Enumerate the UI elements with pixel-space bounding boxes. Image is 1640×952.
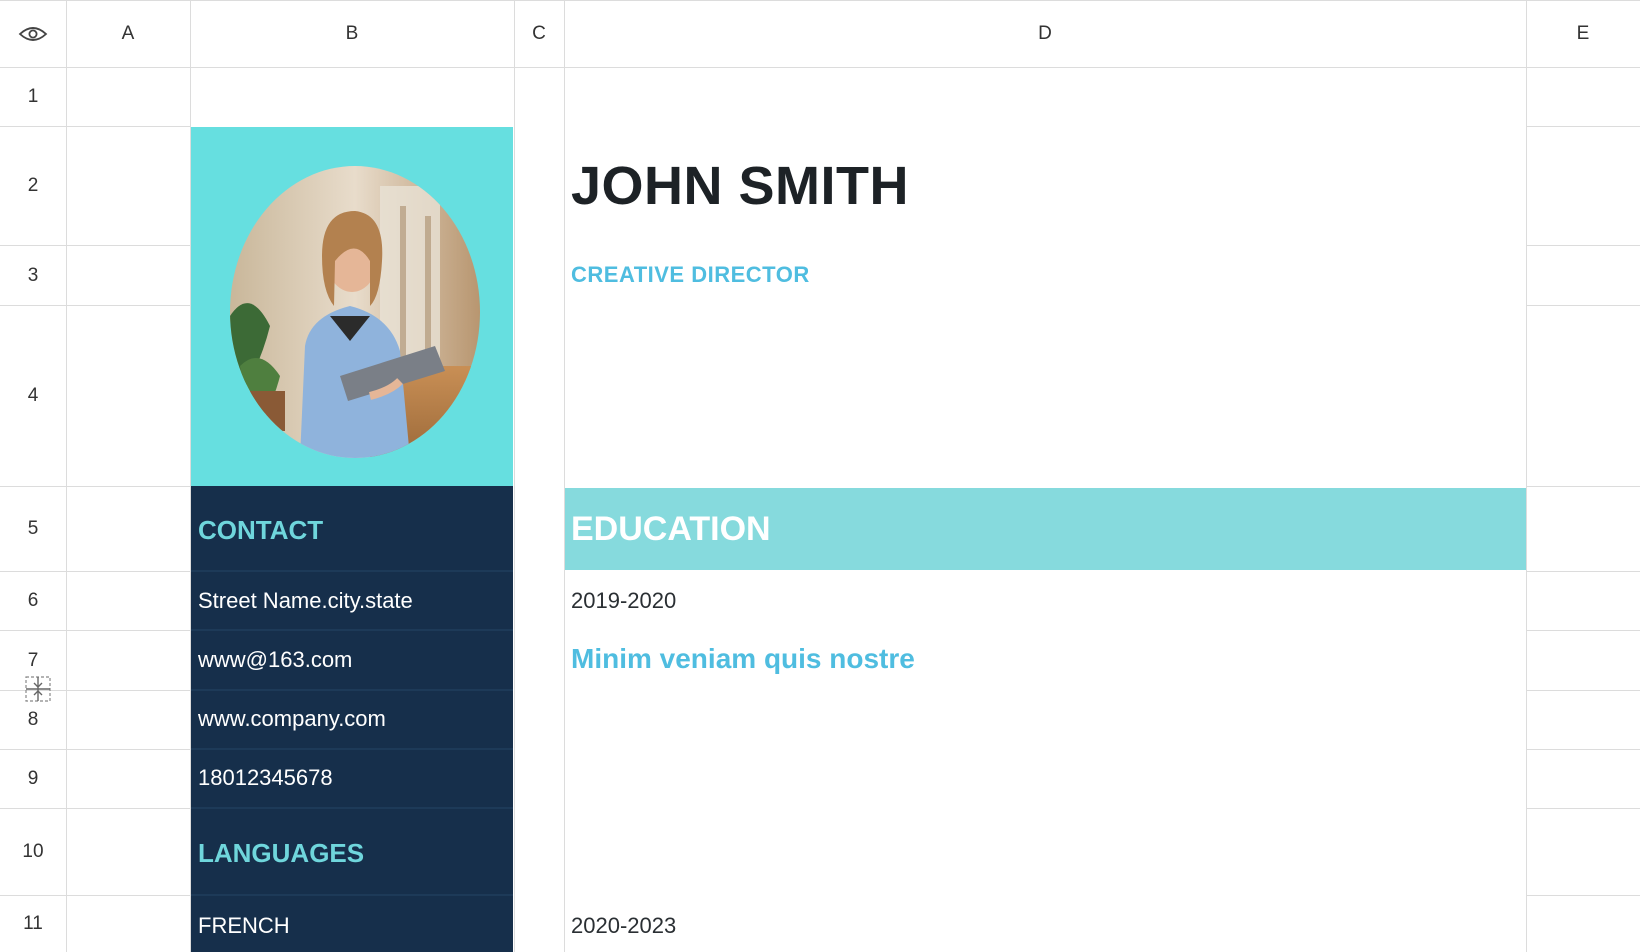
row-header-5[interactable]: 5	[0, 487, 66, 571]
resume-job-title[interactable]: CREATIVE DIRECTOR	[571, 262, 810, 288]
grid-line	[564, 0, 565, 952]
row-header-6[interactable]: 6	[0, 572, 66, 630]
resume-name[interactable]: JOHN SMITH	[571, 155, 909, 217]
grid-line	[1526, 690, 1640, 691]
education-period-2[interactable]: 2020-2023	[571, 913, 676, 939]
language-item[interactable]: FRENCH	[198, 913, 290, 939]
grid-line	[1526, 486, 1640, 487]
sidebar-row-divider	[191, 748, 513, 750]
sidebar-row-divider	[191, 570, 513, 572]
grid-line	[66, 0, 67, 952]
row-header-4[interactable]: 4	[0, 306, 66, 486]
contact-heading[interactable]: CONTACT	[198, 515, 323, 546]
contact-address[interactable]: Street Name.city.state	[198, 588, 413, 614]
column-header-a[interactable]: A	[66, 0, 190, 67]
spacer-column-fill	[514, 127, 564, 952]
grid-line	[1526, 245, 1640, 246]
spreadsheet: A B C D E 1 2 3 4 5 6 7 8 9 10 11 JOHN S…	[0, 0, 1640, 952]
grid-line	[0, 67, 1640, 68]
grid-line	[190, 0, 191, 952]
column-header-e[interactable]: E	[1526, 0, 1640, 67]
education-period-1[interactable]: 2019-2020	[571, 588, 676, 614]
sidebar-row-divider	[191, 629, 513, 631]
grid-line	[1526, 571, 1640, 572]
row-resize-icon[interactable]	[24, 675, 52, 708]
grid-line	[1526, 808, 1640, 809]
education-subtitle-1[interactable]: Minim veniam quis nostre	[571, 643, 915, 675]
sidebar-row-divider	[191, 807, 513, 809]
sidebar-row-divider	[191, 894, 513, 896]
contact-phone[interactable]: 18012345678	[198, 765, 333, 791]
row-header-2[interactable]: 2	[0, 127, 66, 245]
row-header-10[interactable]: 10	[0, 809, 66, 895]
column-header-d[interactable]: D	[564, 0, 1526, 67]
grid-line	[1526, 305, 1640, 306]
grid-line	[1526, 749, 1640, 750]
row-header-3[interactable]: 3	[0, 246, 66, 305]
grid-line	[1526, 126, 1640, 127]
row-header-11[interactable]: 11	[0, 896, 66, 952]
profile-photo[interactable]	[230, 166, 480, 458]
education-heading[interactable]: EDUCATION	[571, 510, 771, 549]
grid-line	[1526, 0, 1527, 952]
contact-email[interactable]: www@163.com	[198, 647, 352, 673]
row-header-9[interactable]: 9	[0, 750, 66, 808]
grid-line	[1526, 895, 1640, 896]
column-header-b[interactable]: B	[190, 0, 514, 67]
sidebar-row-divider	[191, 689, 513, 691]
eye-icon[interactable]	[18, 24, 48, 49]
grid-line	[1526, 630, 1640, 631]
grid-line	[514, 0, 515, 952]
column-header-c[interactable]: C	[514, 0, 564, 67]
contact-website[interactable]: www.company.com	[198, 706, 386, 732]
row-header-1[interactable]: 1	[0, 68, 66, 126]
languages-heading[interactable]: LANGUAGES	[198, 838, 364, 869]
